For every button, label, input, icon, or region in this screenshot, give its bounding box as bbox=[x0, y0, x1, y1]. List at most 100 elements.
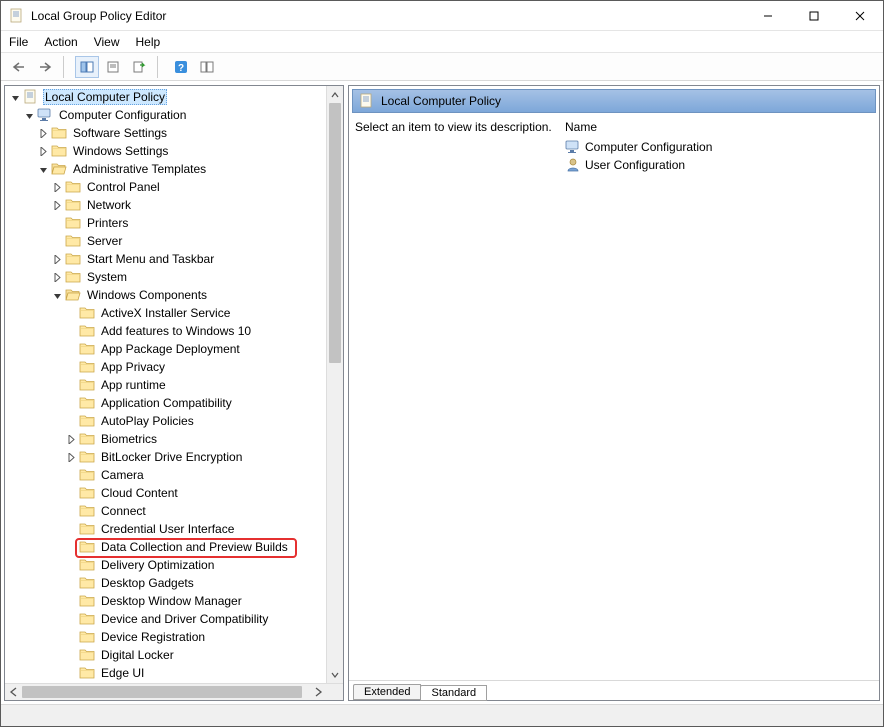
tree-node-app-privacy[interactable]: App Privacy bbox=[5, 358, 326, 376]
tree-node-camera[interactable]: Camera bbox=[5, 466, 326, 484]
column-header-name[interactable]: Name bbox=[565, 118, 873, 138]
folder-icon bbox=[79, 395, 95, 411]
tree-label: Connect bbox=[99, 504, 148, 518]
folder-icon bbox=[79, 377, 95, 393]
menu-view[interactable]: View bbox=[94, 35, 120, 49]
tree-node-activex[interactable]: ActiveX Installer Service bbox=[5, 304, 326, 322]
window: Local Group Policy Editor File Action Vi… bbox=[0, 0, 884, 727]
tree-node-cloud-content[interactable]: Cloud Content bbox=[5, 484, 326, 502]
filter-button[interactable] bbox=[195, 56, 219, 78]
tree-node-edge-ui[interactable]: Edge UI bbox=[5, 664, 326, 682]
tree-label: Server bbox=[85, 234, 124, 248]
chevron-down-icon[interactable] bbox=[23, 109, 35, 121]
forward-button[interactable] bbox=[33, 56, 57, 78]
menu-file[interactable]: File bbox=[9, 35, 28, 49]
toolbar: ? bbox=[1, 53, 883, 81]
tree-label: Credential User Interface bbox=[99, 522, 236, 536]
tree-node-credential-ui[interactable]: Credential User Interface bbox=[5, 520, 326, 538]
computer-icon bbox=[565, 139, 581, 155]
menu-help[interactable]: Help bbox=[136, 35, 161, 49]
tree-node-add-features[interactable]: Add features to Windows 10 bbox=[5, 322, 326, 340]
tree-label: Delivery Optimization bbox=[99, 558, 216, 572]
tree-node-administrative-templates[interactable]: Administrative Templates bbox=[5, 160, 326, 178]
chevron-right-icon[interactable] bbox=[65, 451, 77, 463]
tree-label: ActiveX Installer Service bbox=[99, 306, 232, 320]
tree-node-printers[interactable]: Printers bbox=[5, 214, 326, 232]
chevron-right-icon[interactable] bbox=[37, 145, 49, 157]
folder-icon bbox=[65, 251, 81, 267]
scroll-up-icon[interactable] bbox=[327, 86, 343, 103]
tree-node-app-compat[interactable]: Application Compatibility bbox=[5, 394, 326, 412]
tree-node-computer-configuration[interactable]: Computer Configuration bbox=[5, 106, 326, 124]
list-item-user-configuration[interactable]: User Configuration bbox=[565, 156, 873, 174]
tree-node-connect[interactable]: Connect bbox=[5, 502, 326, 520]
tree-node-device-registration[interactable]: Device Registration bbox=[5, 628, 326, 646]
svg-text:?: ? bbox=[178, 63, 184, 74]
list-item-computer-configuration[interactable]: Computer Configuration bbox=[565, 138, 873, 156]
back-button[interactable] bbox=[7, 56, 31, 78]
chevron-right-icon[interactable] bbox=[37, 127, 49, 139]
tree-label: Add features to Windows 10 bbox=[99, 324, 253, 338]
tree-node-software-settings[interactable]: Software Settings bbox=[5, 124, 326, 142]
tree-label: Camera bbox=[99, 468, 146, 482]
folder-icon bbox=[65, 233, 81, 249]
export-button[interactable] bbox=[127, 56, 151, 78]
maximize-button[interactable] bbox=[791, 1, 837, 31]
scroll-right-icon[interactable] bbox=[309, 684, 326, 700]
tree-node-root[interactable]: Local Computer Policy bbox=[5, 88, 326, 106]
tree-node-autoplay[interactable]: AutoPlay Policies bbox=[5, 412, 326, 430]
chevron-down-icon[interactable] bbox=[9, 91, 21, 103]
tree-node-data-collection[interactable]: Data Collection and Preview Builds bbox=[5, 538, 326, 556]
chevron-right-icon[interactable] bbox=[51, 253, 63, 265]
tree-node-server[interactable]: Server bbox=[5, 232, 326, 250]
details-header: Local Computer Policy bbox=[352, 89, 876, 113]
tree-node-control-panel[interactable]: Control Panel bbox=[5, 178, 326, 196]
tree-node-desktop-gadgets[interactable]: Desktop Gadgets bbox=[5, 574, 326, 592]
chevron-right-icon[interactable] bbox=[51, 199, 63, 211]
folder-icon bbox=[65, 197, 81, 213]
chevron-right-icon[interactable] bbox=[51, 271, 63, 283]
tree-node-windows-settings[interactable]: Windows Settings bbox=[5, 142, 326, 160]
tree-label: Biometrics bbox=[99, 432, 159, 446]
folder-icon bbox=[79, 575, 95, 591]
tree-node-app-runtime[interactable]: App runtime bbox=[5, 376, 326, 394]
tree-node-dwm[interactable]: Desktop Window Manager bbox=[5, 592, 326, 610]
folder-icon bbox=[51, 143, 67, 159]
folder-icon bbox=[79, 431, 95, 447]
chevron-down-icon[interactable] bbox=[37, 163, 49, 175]
user-icon bbox=[565, 157, 581, 173]
tab-extended[interactable]: Extended bbox=[353, 684, 421, 700]
tree-label: Device Registration bbox=[99, 630, 207, 644]
vertical-scrollbar[interactable] bbox=[326, 86, 343, 683]
horizontal-scrollbar[interactable] bbox=[5, 683, 343, 700]
scroll-left-icon[interactable] bbox=[5, 684, 22, 700]
tree-node-delivery-opt[interactable]: Delivery Optimization bbox=[5, 556, 326, 574]
close-button[interactable] bbox=[837, 1, 883, 31]
tab-standard[interactable]: Standard bbox=[420, 685, 487, 701]
window-title: Local Group Policy Editor bbox=[31, 9, 166, 23]
policy-tree[interactable]: Local Computer Policy Computer Configura… bbox=[5, 86, 326, 683]
tree-node-windows-components[interactable]: Windows Components bbox=[5, 286, 326, 304]
chevron-right-icon[interactable] bbox=[51, 181, 63, 193]
tree-label: Desktop Window Manager bbox=[99, 594, 244, 608]
tree-node-biometrics[interactable]: Biometrics bbox=[5, 430, 326, 448]
details-title: Local Computer Policy bbox=[381, 94, 501, 108]
tree-label: Software Settings bbox=[71, 126, 169, 140]
tree-node-app-package[interactable]: App Package Deployment bbox=[5, 340, 326, 358]
help-button[interactable]: ? bbox=[169, 56, 193, 78]
tree-node-digital-locker[interactable]: Digital Locker bbox=[5, 646, 326, 664]
tree-node-start-menu[interactable]: Start Menu and Taskbar bbox=[5, 250, 326, 268]
tree-node-system[interactable]: System bbox=[5, 268, 326, 286]
scroll-down-icon[interactable] bbox=[327, 666, 343, 683]
minimize-button[interactable] bbox=[745, 1, 791, 31]
policy-icon bbox=[359, 93, 375, 109]
tree-node-network[interactable]: Network bbox=[5, 196, 326, 214]
tree-node-bitlocker[interactable]: BitLocker Drive Encryption bbox=[5, 448, 326, 466]
menu-action[interactable]: Action bbox=[44, 35, 77, 49]
tree-node-device-driver[interactable]: Device and Driver Compatibility bbox=[5, 610, 326, 628]
folder-icon bbox=[79, 485, 95, 501]
chevron-down-icon[interactable] bbox=[51, 289, 63, 301]
chevron-right-icon[interactable] bbox=[65, 433, 77, 445]
show-tree-button[interactable] bbox=[75, 56, 99, 78]
properties-button[interactable] bbox=[101, 56, 125, 78]
